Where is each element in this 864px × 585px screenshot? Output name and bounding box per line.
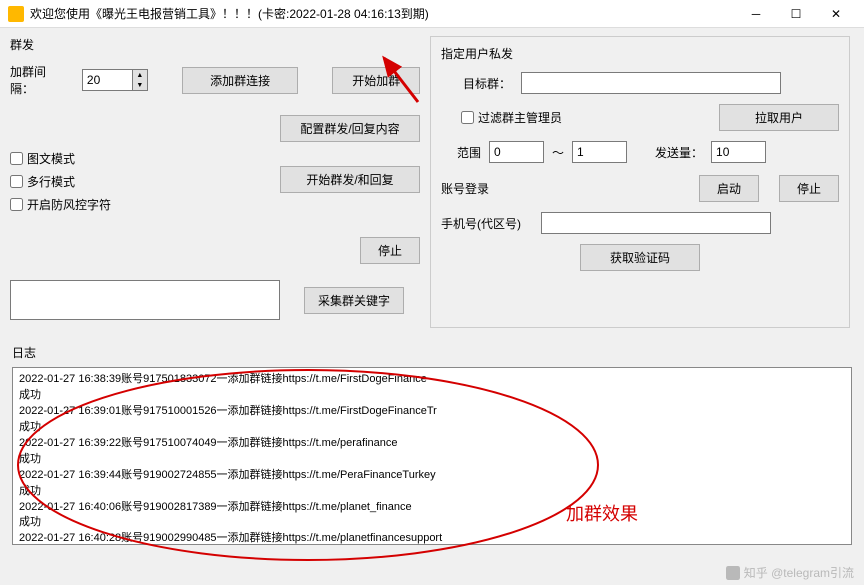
main-content: 群发 加群间隔： ▲▼ 添加群连接 开始加群 配置群发/回复内容 图文模式 多行… xyxy=(0,28,864,336)
annotation-text: 加群效果 xyxy=(566,500,638,526)
log-section: 日志 2022-01-27 16:38:39账号917501833072一添加群… xyxy=(0,336,864,553)
antiwind-checkbox[interactable]: 开启防风控字符 xyxy=(10,196,420,213)
start-send-button[interactable]: 开始群发/和回复 xyxy=(280,166,420,193)
minimize-button[interactable]: ─ xyxy=(736,0,776,28)
spinner-up-icon[interactable]: ▲ xyxy=(133,70,147,80)
target-group-label: 目标群： xyxy=(441,75,511,92)
bulk-section-title: 群发 xyxy=(10,36,420,53)
app-icon xyxy=(8,6,24,22)
titlebar: 欢迎您使用《曝光王电报营销工具》！！！(卡密:2022-01-28 04:16:… xyxy=(0,0,864,28)
range-to-input[interactable] xyxy=(572,141,627,163)
stop-button[interactable]: 停止 xyxy=(360,237,420,264)
phone-input[interactable] xyxy=(541,212,771,234)
bulk-send-panel: 群发 加群间隔： ▲▼ 添加群连接 开始加群 配置群发/回复内容 图文模式 多行… xyxy=(10,36,420,328)
private-section-title: 指定用户私发 xyxy=(441,45,839,62)
log-textarea[interactable]: 2022-01-27 16:38:39账号917501833072一添加群链接h… xyxy=(12,367,852,545)
account-login-label: 账号登录 xyxy=(441,180,501,197)
start-join-button[interactable]: 开始加群 xyxy=(332,67,420,94)
range-label: 范围 xyxy=(441,144,481,161)
send-qty-input[interactable] xyxy=(711,141,766,163)
filter-admin-checkbox[interactable]: 过滤群主管理员 xyxy=(461,109,562,126)
collect-keyword-button[interactable]: 采集群关键字 xyxy=(304,287,404,314)
close-button[interactable]: ✕ xyxy=(816,0,856,28)
private-send-panel: 指定用户私发 目标群： 过滤群主管理员 拉取用户 范围 ～ 发送量： 账号登录 … xyxy=(430,36,850,328)
window-title: 欢迎您使用《曝光王电报营销工具》！！！(卡密:2022-01-28 04:16:… xyxy=(30,5,736,22)
image-mode-checkbox[interactable]: 图文模式 xyxy=(10,150,420,167)
interval-label: 加群间隔： xyxy=(10,63,68,97)
spinner-down-icon[interactable]: ▼ xyxy=(133,80,147,90)
config-content-button[interactable]: 配置群发/回复内容 xyxy=(280,115,420,142)
keyword-input[interactable] xyxy=(10,280,280,320)
start-button[interactable]: 启动 xyxy=(699,175,759,202)
interval-input[interactable] xyxy=(82,69,132,91)
maximize-button[interactable]: ☐ xyxy=(776,0,816,28)
log-title: 日志 xyxy=(12,344,852,361)
pull-users-button[interactable]: 拉取用户 xyxy=(719,104,839,131)
range-sep: ～ xyxy=(552,144,564,161)
interval-spinner[interactable]: ▲▼ xyxy=(82,69,148,91)
target-group-input[interactable] xyxy=(521,72,781,94)
add-group-link-button[interactable]: 添加群连接 xyxy=(182,67,299,94)
phone-label: 手机号(代区号) xyxy=(441,215,531,232)
zhihu-icon xyxy=(726,566,740,580)
range-from-input[interactable] xyxy=(489,141,544,163)
watermark: 知乎 @telegram引流 xyxy=(726,564,854,581)
stop-button-2[interactable]: 停止 xyxy=(779,175,839,202)
get-verify-code-button[interactable]: 获取验证码 xyxy=(580,244,700,271)
send-qty-label: 发送量： xyxy=(655,144,703,161)
